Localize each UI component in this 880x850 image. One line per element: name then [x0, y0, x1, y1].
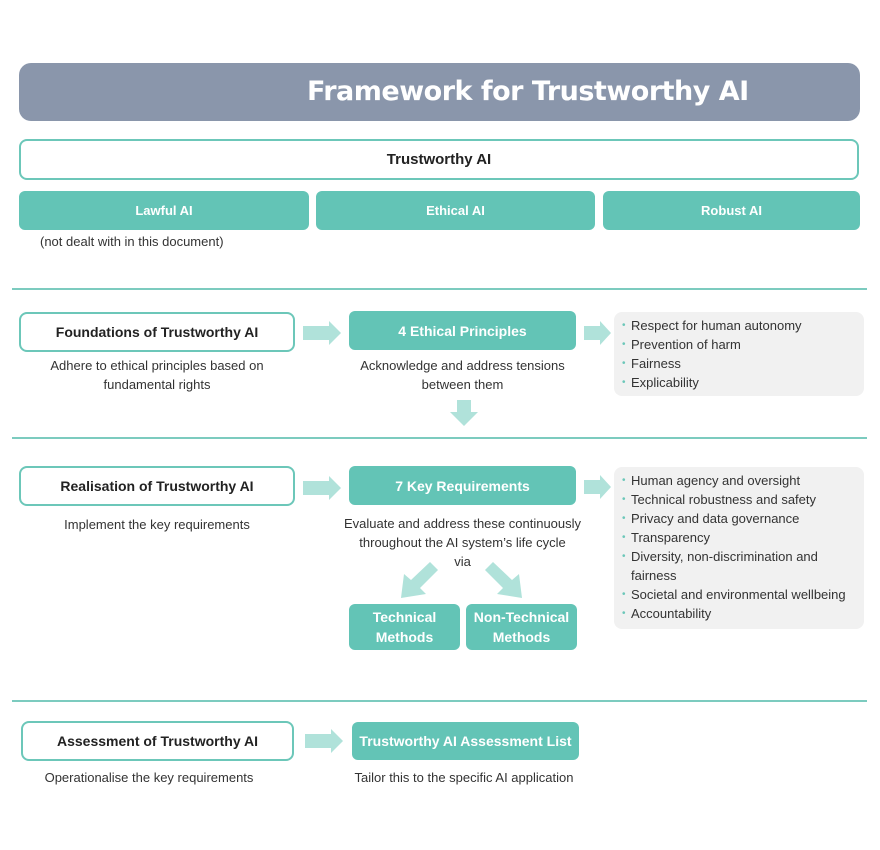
list-item: Transparency — [622, 528, 856, 547]
method-label: Technical — [372, 609, 437, 625]
list-item: Fairness — [622, 354, 856, 373]
non-technical-methods-box: Non-Technical Methods — [466, 604, 577, 650]
foundations-caption: Adhere to ethical principles based on fu… — [50, 358, 264, 392]
arrow-right-icon — [584, 475, 612, 499]
list-item: Diversity, non-discrimination and fairne… — [622, 547, 856, 585]
foundations-box: Foundations of Trustworthy AI — [19, 312, 295, 352]
assessment-list-box: Trustworthy AI Assessment List — [352, 722, 579, 760]
assessment-box: Assessment of Trustworthy AI — [21, 721, 294, 761]
list-item: Technical robustness and safety — [622, 490, 856, 509]
list-item: Respect for human autonomy — [622, 316, 856, 335]
arrow-right-icon — [305, 729, 345, 753]
ethical-principles-box: 4 Ethical Principles — [349, 311, 576, 350]
key-requirements-box: 7 Key Requirements — [349, 466, 576, 505]
trustworthy-ai-box: Trustworthy AI — [19, 139, 859, 180]
method-label: Methods — [375, 629, 434, 645]
list-item: Societal and environmental wellbeing — [622, 585, 856, 604]
ethical-principles-list: Respect for human autonomy Prevention of… — [614, 312, 864, 396]
assessment-list-caption: Tailor this to the specific AI applicati… — [354, 770, 574, 785]
list-item: Accountability — [622, 604, 856, 623]
arrow-right-icon — [303, 476, 343, 500]
pillar-robust-ai: Robust AI — [603, 191, 860, 230]
requirements-caption-line: Evaluate and address these continuously — [343, 516, 582, 531]
arrow-right-icon — [303, 321, 343, 345]
diagram-title: Framework for Trustworthy AI — [307, 76, 749, 107]
arrow-down-right-icon — [483, 562, 525, 600]
arrow-down-icon — [450, 400, 478, 426]
list-item: Human agency and oversight — [622, 471, 856, 490]
technical-methods-box: Technical Methods — [349, 604, 460, 650]
method-label: Non-Technical — [473, 609, 570, 625]
key-requirements-list: Human agency and oversight Technical rob… — [614, 467, 864, 629]
method-label: Methods — [492, 629, 551, 645]
section-divider — [12, 700, 867, 702]
requirements-caption-line: via — [454, 554, 471, 569]
lawful-note: (not dealt with in this document) — [40, 234, 224, 249]
requirements-caption-line: throughout the AI system’s life cycle — [359, 535, 566, 550]
realisation-caption: Implement the key requirements — [64, 517, 250, 532]
section-divider — [12, 437, 867, 439]
realisation-box: Realisation of Trustworthy AI — [19, 466, 295, 506]
section-divider — [12, 288, 867, 290]
pillar-ethical-ai: Ethical AI — [316, 191, 595, 230]
requirements-caption: Evaluate and address these continuously … — [340, 514, 585, 571]
arrow-right-icon — [584, 321, 612, 345]
list-item: Privacy and data governance — [622, 509, 856, 528]
principles-caption: Acknowledge and address tensions between… — [360, 358, 565, 392]
list-item: Explicability — [622, 373, 856, 392]
arrow-down-left-icon — [398, 562, 440, 600]
assessment-caption: Operationalise the key requirements — [44, 770, 254, 785]
list-item: Prevention of harm — [622, 335, 856, 354]
pillar-lawful-ai: Lawful AI — [19, 191, 309, 230]
